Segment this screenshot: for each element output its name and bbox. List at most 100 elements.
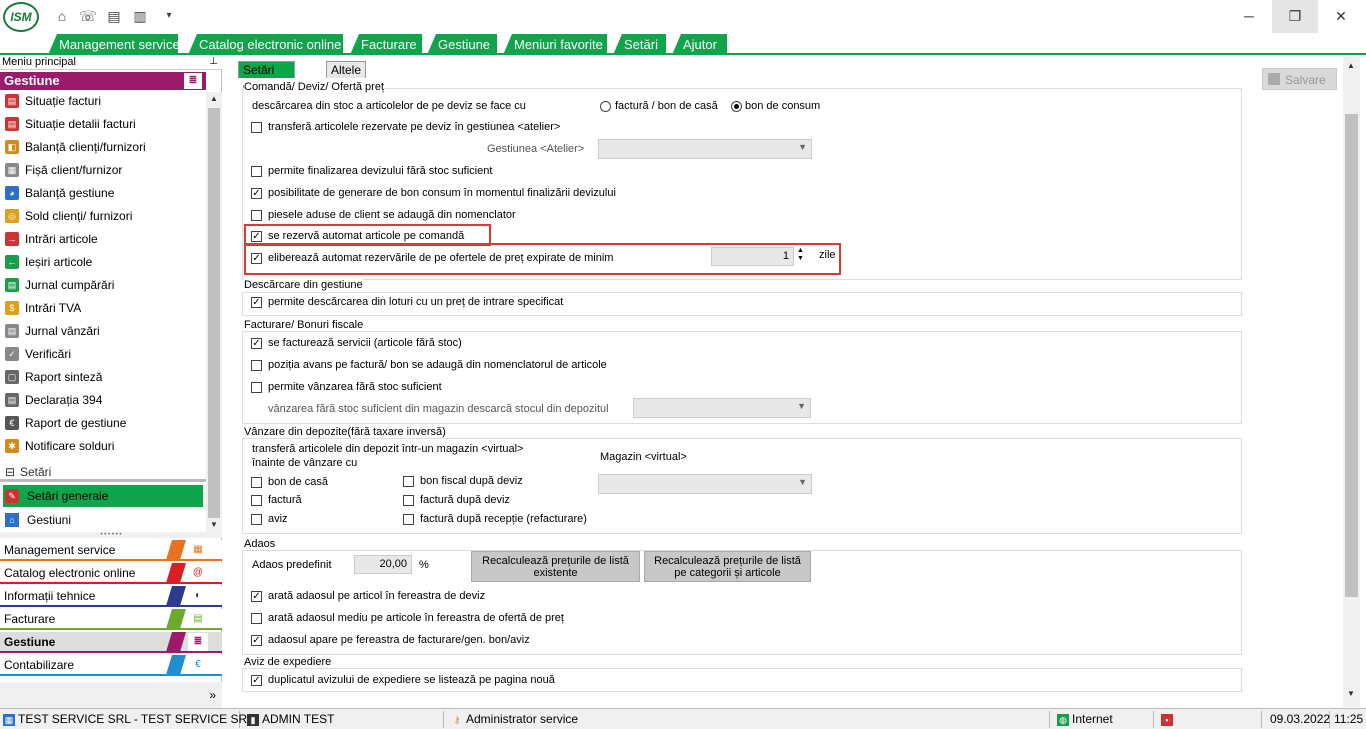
menu-tab-gestiune[interactable]: Gestiune	[427, 34, 497, 55]
menu-item-fisa-client[interactable]: ▦ Fișă client/furnizor	[3, 159, 203, 181]
section-gestiune[interactable]: Gestiune ≣	[0, 72, 206, 90]
recalculeaza-existente-button[interactable]: Recalculează prețurile de listă existente	[471, 551, 640, 582]
status-date: 09.03.2022	[1266, 711, 1330, 728]
checkbox-elibereaza[interactable]: ✓	[251, 253, 262, 264]
module-informatii-tehnice[interactable]: Informații tehnice ◐	[0, 586, 222, 607]
scroll-down-icon[interactable]: ▼	[1343, 687, 1359, 701]
menu-item-notificare-solduri[interactable]: ✱ Notificare solduri	[3, 435, 203, 457]
minimize-button[interactable]: ─	[1226, 0, 1272, 33]
scroll-thumb[interactable]	[208, 108, 220, 518]
menu-item-sold-clienti[interactable]: ◎ Sold clienți/ furnizori	[3, 205, 203, 227]
left-scrollbar[interactable]: ▲ ▼	[206, 92, 222, 532]
checkbox-bon-casa[interactable]	[251, 477, 262, 488]
menu-tab-management-service[interactable]: Management service	[48, 34, 178, 55]
menu-item-gestiuni[interactable]: ⌂ Gestiuni	[3, 509, 203, 531]
customize-toolbar-icon[interactable]: ▾	[160, 7, 178, 25]
checkbox-factureaza[interactable]: ✓	[251, 338, 262, 349]
menu-item-jurnal-cumparari[interactable]: ▤ Jurnal cumpărări	[3, 274, 203, 296]
checkbox-permite-loturi[interactable]: ✓	[251, 297, 262, 308]
checkbox-arata-mediu[interactable]	[251, 613, 262, 624]
stock-balance-icon: ◕	[5, 186, 19, 200]
menu-item-intrari-articole[interactable]: → Intrări articole	[3, 228, 203, 250]
menu-tab-catalog[interactable]: Catalog electronic online	[188, 34, 343, 55]
menu-tab-ajutor[interactable]: Ajutor	[672, 34, 727, 55]
tab-setari-generale[interactable]: Setări generale	[238, 61, 295, 93]
status-time: 11:25	[1334, 712, 1364, 726]
more-modules-button[interactable]: »	[0, 682, 222, 708]
checkbox-rezerva[interactable]: ✓	[251, 231, 262, 242]
menu-tab-favorite[interactable]: Meniuri favorite	[503, 34, 607, 55]
maximize-button[interactable]: ❐	[1272, 0, 1318, 33]
checkbox-posibilitate[interactable]: ✓	[251, 188, 262, 199]
checkbox-factura-receptie[interactable]	[403, 514, 414, 525]
checkbox-pozitia[interactable]	[251, 360, 262, 371]
menu-item-jurnal-vanzari[interactable]: ▤ Jurnal vânzări	[3, 320, 203, 342]
app-logo: ISM	[3, 2, 39, 32]
splitter-grip[interactable]: • • • • • •	[0, 532, 222, 538]
scroll-down-icon[interactable]: ▼	[206, 518, 222, 532]
adaos-input[interactable]: 20,00	[354, 555, 412, 574]
menu-tab-facturare[interactable]: Facturare	[350, 34, 422, 55]
checkbox-duplicatul[interactable]: ✓	[251, 675, 262, 686]
invoice-details-icon: ▤	[5, 117, 19, 131]
radio-bon-consum[interactable]	[731, 101, 742, 112]
checkbox-factura[interactable]	[251, 495, 262, 506]
gestiunea-atelier-select[interactable]: ▼	[598, 139, 812, 159]
depozit-select[interactable]: ▼	[633, 398, 811, 418]
checkbox-transfera[interactable]	[251, 122, 262, 133]
scroll-up-icon[interactable]: ▲	[1343, 59, 1359, 73]
menu-item-verificari[interactable]: ✓ Verificări	[3, 343, 203, 365]
scroll-up-icon[interactable]: ▲	[206, 92, 222, 106]
permite-loturi-label: permite descărcarea din loturi cu un pre…	[268, 296, 564, 308]
main-scrollbar[interactable]: ▲ ▼	[1343, 57, 1360, 707]
factureaza-label: se facturează servicii (articole fără st…	[268, 337, 462, 349]
checkbox-aviz[interactable]	[251, 514, 262, 525]
checkbox-permite-vanzarea[interactable]	[251, 382, 262, 393]
menu-item-intrari-tva[interactable]: $ Intrări TVA	[3, 297, 203, 319]
module-catalog[interactable]: Catalog electronic online @	[0, 563, 222, 584]
menu-item-iesiri-articole[interactable]: ← Ieșiri articole	[3, 251, 203, 273]
menu-item-balanta-clienti[interactable]: ◧ Balanță clienți/furnizori	[3, 136, 203, 158]
key-icon: ⚷	[453, 715, 461, 725]
menu-item-declaratia-394[interactable]: ▤ Declarația 394	[3, 389, 203, 411]
module-contabilizare[interactable]: Contabilizare €	[0, 655, 222, 676]
search-list-icon[interactable]: ▤	[105, 7, 123, 25]
tab-altele[interactable]: Altele	[326, 61, 367, 78]
rezerva-label: se rezervă automat articole pe comandă	[268, 230, 465, 242]
users-icon[interactable]: ☏	[79, 7, 97, 25]
pin-icon[interactable]: ⊥	[209, 55, 218, 69]
scroll-thumb[interactable]	[1345, 114, 1358, 597]
stepper-arrows-icon[interactable]: ▲ ▼	[797, 247, 804, 263]
save-button[interactable]: Salvare	[1262, 68, 1337, 90]
checkbox-adaosul-apare[interactable]: ✓	[251, 635, 262, 646]
menu-item-situatie-detalii[interactable]: ▤ Situație detalii facturi	[3, 113, 203, 135]
menu-item-raport-sinteza[interactable]: ▢ Raport sinteză	[3, 366, 203, 388]
checkbox-piesele[interactable]	[251, 210, 262, 221]
purchase-journal-icon: ▤	[5, 278, 19, 292]
group-title-facturare: Facturare/ Bonuri fiscale	[244, 319, 364, 331]
checkbox-permite-finalizarea[interactable]	[251, 166, 262, 177]
zile-stepper[interactable]: 1	[711, 247, 794, 266]
menu-item-situatie-facturi[interactable]: ▤ Situație facturi	[3, 90, 203, 112]
section-setari[interactable]: ⊟ Setări	[0, 462, 206, 482]
menu-item-setari-generale[interactable]: ✎ Setări generale	[3, 485, 203, 507]
checkbox-bon-fiscal[interactable]	[403, 476, 414, 487]
gestiune-module-icon: ≣	[188, 633, 208, 651]
menu-item-raport-gestiune[interactable]: € Raport de gestiune	[3, 412, 203, 434]
group-title-comanda: Comandă/ Deviz/ Ofertă preț	[244, 81, 385, 93]
menu-tab-setari[interactable]: Setări	[613, 34, 666, 55]
company-icon: ▦	[3, 714, 15, 726]
recalculeaza-categorii-button[interactable]: Recalculează prețurile de listă pe catego…	[644, 551, 811, 582]
magazin-virtual-select[interactable]: ▼	[598, 474, 812, 494]
module-management-service[interactable]: Management service ▦	[0, 540, 222, 561]
checkbox-factura-deviz[interactable]	[403, 495, 414, 506]
menu-item-balanta-gestiune[interactable]: ◕ Balanță gestiune	[3, 182, 203, 204]
module-facturare[interactable]: Facturare ▤	[0, 609, 222, 630]
radio-factura[interactable]	[600, 101, 611, 112]
barcode-icon[interactable]: ▥	[131, 7, 149, 25]
checkbox-arata-adaos[interactable]: ✓	[251, 591, 262, 602]
home-icon[interactable]: ⌂	[53, 7, 71, 25]
module-gestiune[interactable]: Gestiune ≣	[0, 632, 222, 653]
pozitia-label: poziția avans pe factură/ bon se adaugă …	[268, 359, 607, 371]
close-button[interactable]: ✕	[1318, 0, 1364, 33]
